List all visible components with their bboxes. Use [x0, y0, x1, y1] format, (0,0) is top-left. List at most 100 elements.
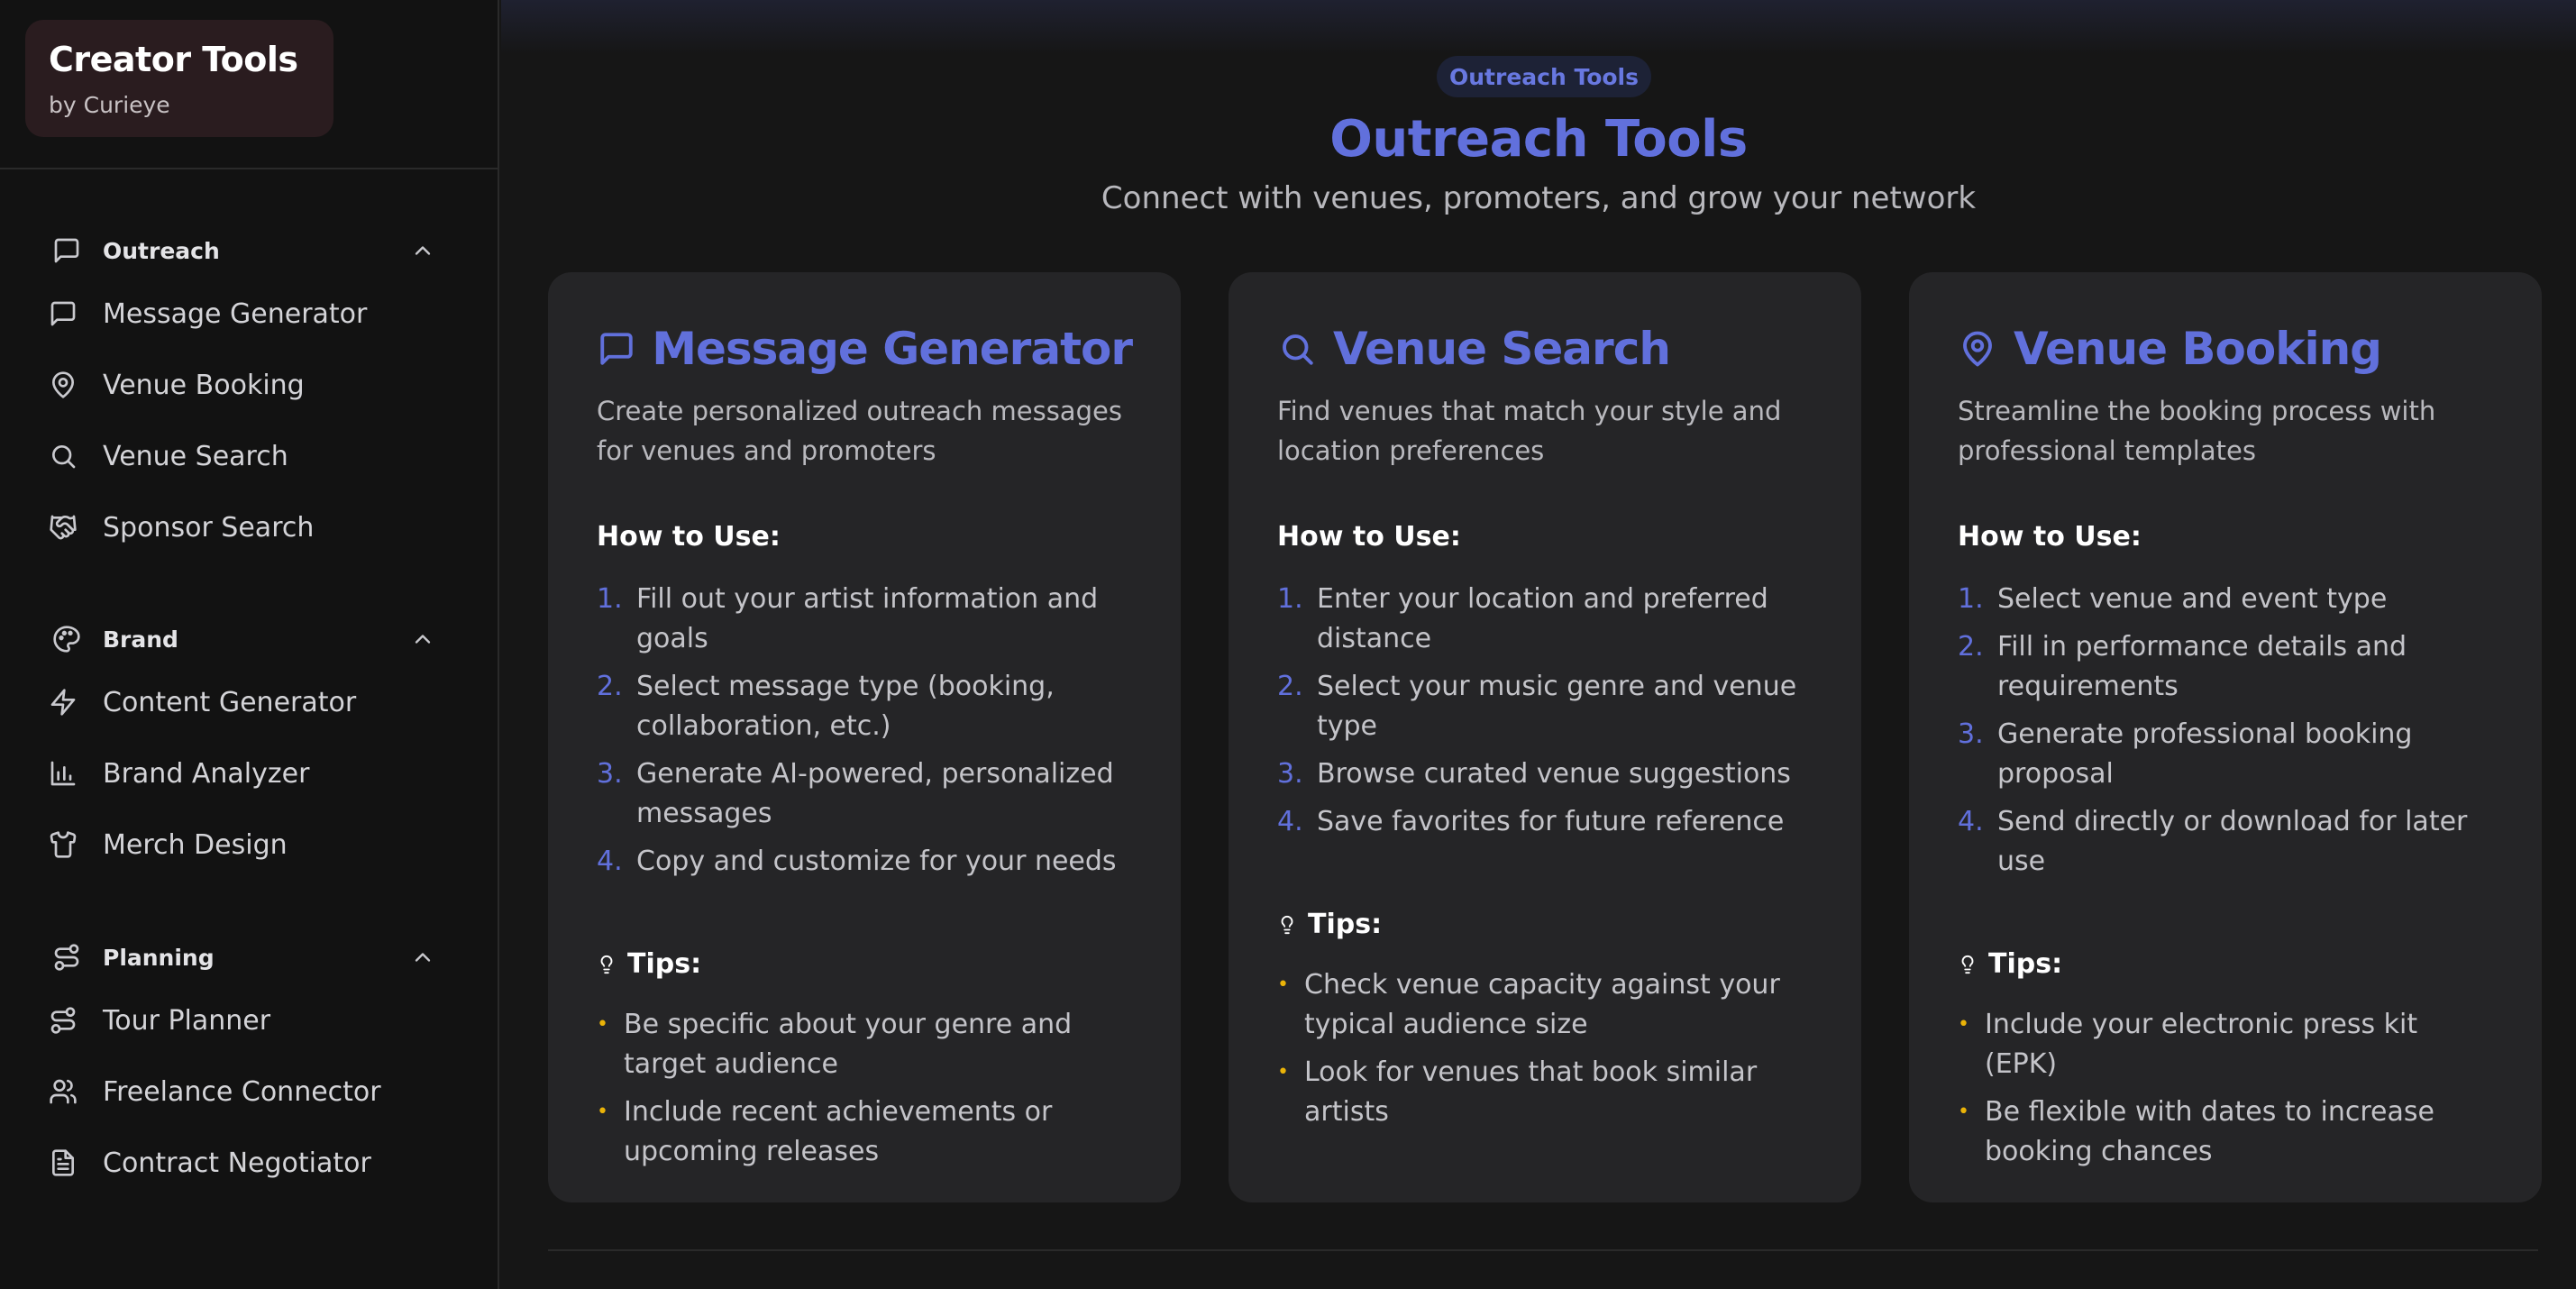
sidebar-item-label: Venue Search [103, 440, 288, 472]
step-number: 2. [1277, 671, 1303, 702]
section-header-brand[interactable]: Brand [50, 621, 438, 657]
tips-label: Tips: [1308, 909, 1383, 940]
step-number: 1. [1958, 583, 1984, 615]
map-pin-icon [1958, 329, 1997, 369]
section-label: Brand [103, 626, 178, 653]
step-item: 1. Select venue and event type [1958, 580, 2493, 619]
chevron-up-icon[interactable] [407, 235, 438, 266]
tip-bullet: • [1277, 1061, 1289, 1083]
tip-bullet: • [1958, 1013, 1969, 1036]
card-message-generator[interactable]: Message Generator Create personalized ou… [548, 272, 1181, 1202]
file-text-icon [47, 1147, 79, 1179]
step-text: Select your music genre and venue type [1317, 671, 1797, 742]
step-number: 4. [1277, 806, 1303, 837]
tip-item: • Look for venues that book similar artis… [1277, 1053, 1813, 1132]
tip-text: Include recent achievements or upcoming … [624, 1096, 1053, 1167]
sidebar-item-brand-analyzer[interactable]: Brand Analyzer [47, 748, 443, 799]
tip-item: • Include your electronic press kit (EPK) [1958, 1005, 2493, 1084]
step-item: 3. Generate professional booking proposal [1958, 715, 2493, 794]
sidebar-item-message-generator[interactable]: Message Generator [47, 288, 443, 339]
section-header-planning[interactable]: Planning [50, 939, 438, 975]
lightbulb-icon [1277, 911, 1299, 938]
tip-item: • Be specific about your genre and target… [597, 1005, 1132, 1084]
route-icon [47, 1004, 79, 1037]
step-text: Fill out your artist information and goa… [636, 583, 1099, 654]
search-icon [1277, 329, 1317, 369]
sidebar-item-content-generator[interactable]: Content Generator [47, 677, 443, 727]
sidebar-item-label: Merch Design [103, 828, 288, 861]
step-item: 2. Fill in performance details and requir… [1958, 627, 2493, 707]
tips-list: • Include your electronic press kit (EPK)… [1958, 1005, 2493, 1172]
step-text: Enter your location and preferred distan… [1317, 583, 1768, 654]
message-square-icon [47, 297, 79, 330]
users-icon [47, 1075, 79, 1108]
card-title: Venue Booking [2014, 323, 2382, 375]
tips-list: • Check venue capacity against your typic… [1277, 965, 1813, 1132]
palette-icon [50, 623, 83, 655]
message-square-icon [597, 329, 635, 369]
sidebar-item-label: Contract Negotiator [103, 1147, 371, 1179]
step-number: 3. [597, 758, 623, 790]
sidebar-item-venue-booking[interactable]: Venue Booking [47, 360, 443, 410]
sidebar-item-label: Message Generator [103, 297, 368, 330]
step-text: Generate AI-powered, personalized messag… [636, 758, 1114, 829]
tip-bullet: • [1958, 1101, 1969, 1123]
sidebar-item-label: Sponsor Search [103, 511, 315, 544]
step-item: 1. Fill out your artist information and g… [597, 580, 1132, 659]
tips-list: • Be specific about your genre and target… [597, 1005, 1132, 1172]
tip-bullet: • [597, 1013, 608, 1036]
brand-card[interactable]: Creator Tools by Curieye [25, 20, 333, 137]
card-description: Create personalized outreach messages fo… [597, 396, 1122, 466]
section-header-outreach[interactable]: Outreach [50, 233, 438, 269]
message-square-icon [50, 234, 83, 267]
tips-heading: Tips: [597, 948, 1132, 980]
tip-bullet: • [1277, 974, 1289, 996]
step-item: 4. Send directly or download for later us… [1958, 802, 2493, 882]
steps-list: 1. Fill out your artist information and g… [597, 580, 1132, 882]
card-header: Message Generator [597, 319, 1133, 379]
step-item: 2. Select your music genre and venue type [1277, 667, 1813, 746]
sidebar-item-contract-negotiator[interactable]: Contract Negotiator [47, 1138, 443, 1188]
step-text: Save favorites for future reference [1317, 806, 1785, 837]
step-number: 3. [1277, 758, 1303, 790]
step-item: 2. Select message type (booking, collabor… [597, 667, 1132, 746]
step-item: 1. Enter your location and preferred dist… [1277, 580, 1813, 659]
sidebar-item-label: Brand Analyzer [103, 757, 310, 790]
sidebar-item-label: Freelance Connector [103, 1075, 381, 1108]
tip-bullet: • [597, 1101, 608, 1123]
zap-icon [47, 686, 79, 718]
tips-label: Tips: [627, 948, 702, 980]
search-icon [47, 440, 79, 472]
step-number: 1. [597, 583, 623, 615]
chevron-up-icon[interactable] [407, 624, 438, 654]
sidebar-item-tour-planner[interactable]: Tour Planner [47, 995, 443, 1046]
tip-text: Look for venues that book similar artist… [1304, 1056, 1758, 1128]
step-number: 4. [1958, 806, 1984, 837]
steps-list: 1. Enter your location and preferred dist… [1277, 580, 1813, 842]
tip-item: • Include recent achievements or upcoming… [597, 1092, 1132, 1172]
page-subtitle: Connect with venues, promoters, and grow… [1101, 180, 1977, 216]
step-item: 3. Generate AI-powered, personalized mess… [597, 754, 1132, 834]
brand-subtitle: by Curieye [49, 92, 170, 118]
sidebar-item-sponsor-search[interactable]: Sponsor Search [47, 502, 443, 553]
top-glow [501, 0, 2576, 54]
step-text: Send directly or download for later use [1997, 806, 2468, 877]
tip-item: • Check venue capacity against your typic… [1277, 965, 1813, 1045]
card-header: Venue Search [1277, 319, 1813, 379]
step-text: Copy and customize for your needs [636, 846, 1117, 877]
steps-list: 1. Select venue and event type 2. Fill in … [1958, 580, 2493, 882]
sidebar-item-freelance-connector[interactable]: Freelance Connector [47, 1066, 443, 1117]
card-header: Venue Booking [1958, 319, 2493, 379]
section-badge: Outreach Tools [1437, 56, 1651, 97]
page-title: Outreach Tools [1329, 110, 1748, 169]
tip-text: Be flexible with dates to increase booki… [1985, 1096, 2434, 1167]
sidebar-item-venue-search[interactable]: Venue Search [47, 431, 443, 481]
step-text: Generate professional booking proposal [1997, 718, 2413, 790]
chevron-up-icon[interactable] [407, 942, 438, 973]
card-venue-booking[interactable]: Venue Booking Streamline the booking pro… [1909, 272, 2542, 1202]
brand-title: Creator Tools [49, 40, 298, 79]
map-pin-icon [47, 369, 79, 401]
sidebar-item-merch-design[interactable]: Merch Design [47, 819, 443, 870]
card-venue-search[interactable]: Venue Search Find venues that match your… [1229, 272, 1861, 1202]
tip-text: Be specific about your genre and target … [624, 1009, 1073, 1080]
